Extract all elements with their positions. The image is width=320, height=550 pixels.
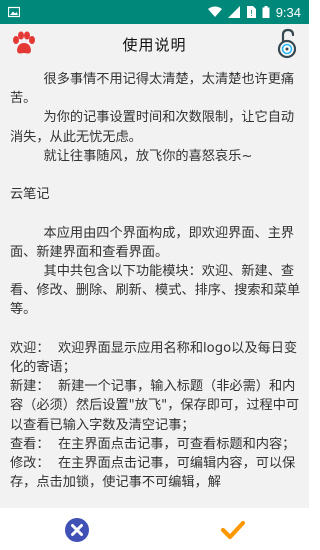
cancel-button[interactable] <box>64 517 90 543</box>
svg-text:!: ! <box>250 9 253 18</box>
paragraph: 很多事情不用记得太清楚，太清楚也许更痛苦。 <box>10 72 295 107</box>
status-bar: ! 9:34 <box>0 0 309 24</box>
no-sim-icon: ! <box>246 6 256 18</box>
page-title: 使用说明 <box>122 35 187 54</box>
paragraph: 为你的记事设置时间和次数限制，让它自动消失，从此无忧无虑。 <box>10 110 295 145</box>
cellular-signal-icon <box>227 6 240 18</box>
paw-icon[interactable] <box>10 30 38 58</box>
paragraph: 其中共包含以下功能模块：欢迎、新建、查看、修改、删除、刷新、模式、排序、搜索和菜… <box>10 264 301 318</box>
bottom-bar <box>0 508 309 550</box>
lock-icon[interactable] <box>273 27 301 59</box>
image-icon <box>8 6 20 18</box>
paragraph: 本应用由四个界面构成，即欢迎界面、主界面、新建界面和查看界面。 <box>10 225 295 260</box>
paragraph: 欢迎： 欢迎界面显示应用名称和logo以及每日变化的寄语； <box>10 340 298 375</box>
section-heading: 云笔记 <box>10 187 50 203</box>
paragraph: 查看： 在主界面点击记事，可查看标题和内容； <box>10 436 296 452</box>
status-clock: 9:34 <box>275 4 301 20</box>
paragraph: 就让往事随风，放飞你的喜怒哀乐~ <box>10 148 253 164</box>
wifi-icon <box>207 6 222 17</box>
paragraph: 修改： 在主界面点击记事，可编辑内容，可以保存，点击加锁，使记事不可编辑，解 <box>10 456 296 491</box>
app-bar: 使用说明 <box>0 24 309 64</box>
paragraph: 新建： 新建一个记事，输入标题（非必需）和内容（必须）然后设置"放飞"，保存即可… <box>10 379 300 433</box>
confirm-button[interactable] <box>220 517 246 543</box>
battery-icon <box>262 6 270 18</box>
instructions-text: 很多事情不用记得太清楚，太清楚也许更痛苦。 为你的记事设置时间和次数限制，让它自… <box>0 64 309 508</box>
